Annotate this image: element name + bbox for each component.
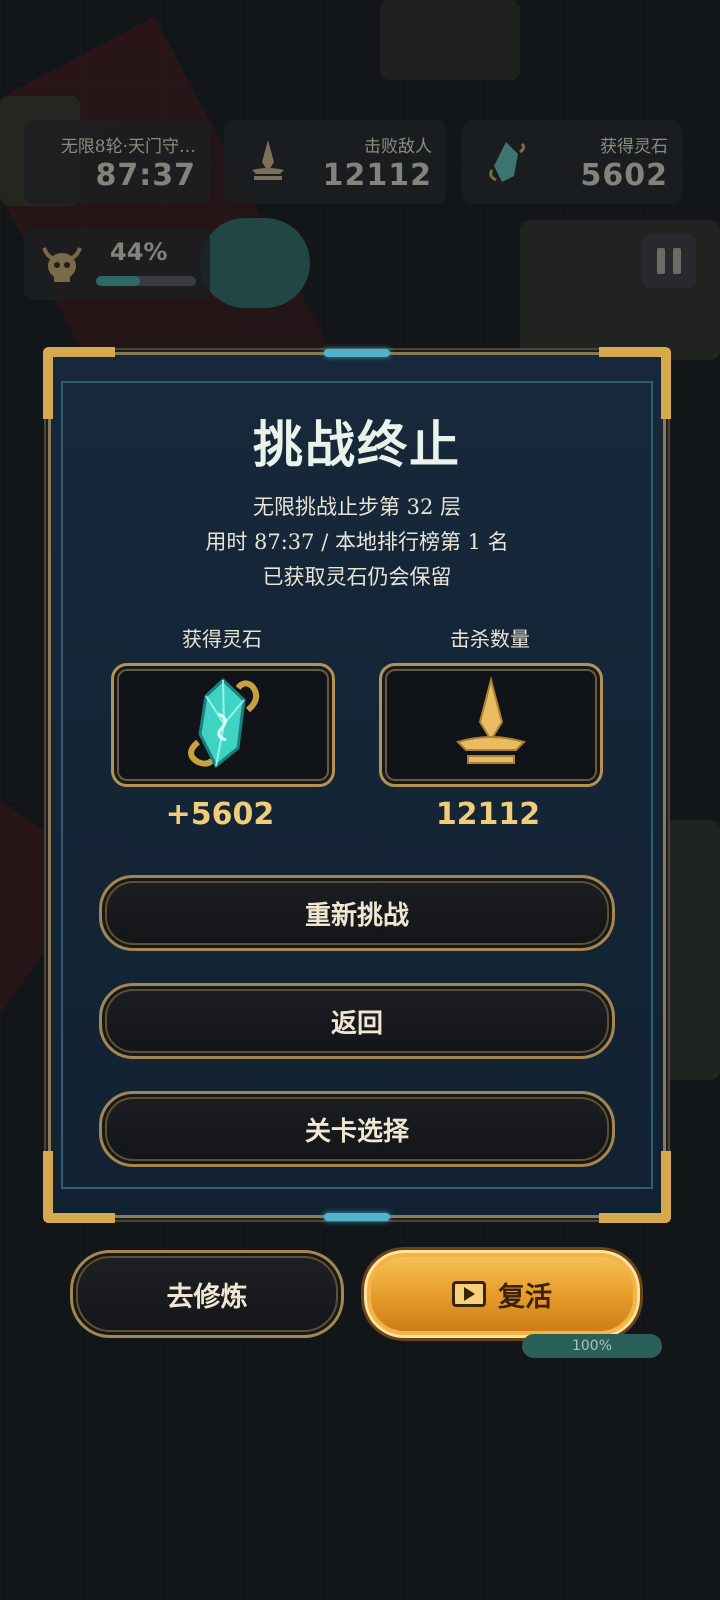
hud-boss-progress-card: 44% [24,228,210,300]
reward-stones-box [111,663,335,787]
boss-progress-percent: 44% [110,238,168,266]
dialog-summary-retain-note: 已获取灵石仍会保留 [262,565,452,589]
reward-stones-value: +5602 [165,797,275,832]
pause-icon [657,248,665,274]
spirit-stone-icon [188,677,260,769]
dialog-corner-ornament [599,1151,671,1223]
hud-stage-timer: 87:37 [95,158,196,193]
reward-kills-value: 12112 [435,797,541,832]
revive-button[interactable]: 复活 [364,1250,640,1338]
retry-challenge-button[interactable]: 重新挑战 [99,875,615,951]
pause-button[interactable] [642,234,696,288]
spire-icon [252,140,284,180]
reward-kills-label: 击杀数量 [450,627,530,651]
reward-kills-box [379,663,603,787]
spire-icon [456,676,526,764]
hud-stage-label: 无限8轮·天门守… [60,137,196,157]
demon-skull-icon [42,247,82,282]
level-select-button[interactable]: 关卡选择 [99,1091,615,1167]
dialog-bottom-notch [324,1213,390,1221]
hud-stones-label: 获得灵石 [600,137,668,157]
revive-label: 复活 [498,1281,552,1313]
spirit-stone-icon [489,142,526,182]
reward-stones-label: 获得灵石 [182,627,262,651]
dialog-summary-floor: 无限挑战止步第 32 层 [252,495,462,519]
challenge-ended-dialog: 挑战终止 无限挑战止步第 32 层 用时 87:37 / 本地排行榜第 1 名 … [43,347,671,1223]
back-button[interactable]: 返回 [99,983,615,1059]
hud-stones-value: 5602 [580,158,668,193]
hud-stones-card: 获得灵石 5602 [462,120,682,204]
go-train-button[interactable]: 去修炼 [70,1250,344,1338]
hud-kills-label: 击败敌人 [364,137,432,157]
video-play-icon [452,1281,486,1307]
hud-kills-value: 12112 [322,158,432,193]
dialog-summary-time-rank: 用时 87:37 / 本地排行榜第 1 名 [205,530,509,554]
dialog-top-notch [324,349,390,357]
boss-progress-fill [96,276,140,286]
pause-icon-bar [673,248,681,274]
revive-progress-pill: 100% [522,1334,662,1358]
hud-kills-card: 击败敌人 12112 [224,120,446,204]
hud-stage-card: 无限8轮·天门守… 87:37 [24,120,210,204]
dialog-title: 挑战终止 [253,415,461,474]
boss-progress-bar [96,276,196,286]
dialog-corner-ornament [43,1151,115,1223]
